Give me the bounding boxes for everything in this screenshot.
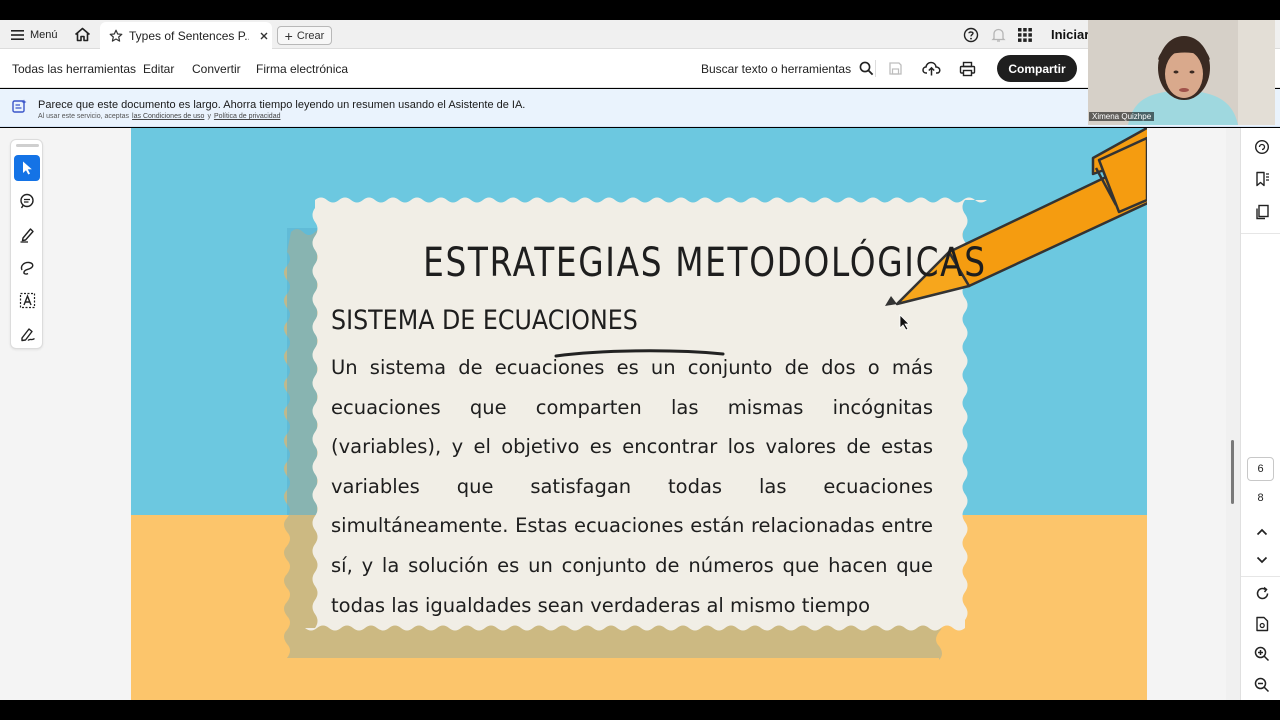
banner-sub-and: y <box>207 113 211 120</box>
zoom-out-icon[interactable] <box>1251 674 1273 696</box>
tab-title: Types of Sentences P... <box>129 28 249 43</box>
share-button[interactable]: Compartir <box>997 55 1077 82</box>
banner-sub-prefix: Al usar este servicio, aceptas <box>38 113 130 120</box>
highlight-tool-icon[interactable] <box>14 221 40 247</box>
menu-label: Menú <box>30 28 58 41</box>
document-tab[interactable]: Types of Sentences P... <box>100 22 272 49</box>
page-down-icon[interactable] <box>1251 549 1273 571</box>
current-page-input[interactable]: 6 <box>1247 457 1274 481</box>
help-icon[interactable] <box>963 27 979 48</box>
save-icon[interactable] <box>888 61 903 81</box>
pdf-page: ESTRATEGIAS METODOLÓGICAS SISTEMA DE ECU… <box>131 128 1147 700</box>
text-box-tool-icon[interactable] <box>14 287 40 313</box>
quick-tools-panel <box>10 139 43 349</box>
page-up-icon[interactable] <box>1251 521 1273 543</box>
slide-body-text: Un sistema de ecuaciones es un conjunto … <box>331 356 933 617</box>
notifications-icon[interactable] <box>991 27 1006 48</box>
right-tools-panel <box>1240 128 1280 700</box>
home-button[interactable] <box>74 20 91 49</box>
fill-sign-tool-icon[interactable] <box>14 320 40 346</box>
menu-button[interactable]: Menú <box>11 20 58 49</box>
divider <box>875 49 876 88</box>
comment-tool-icon[interactable] <box>14 188 40 214</box>
panel-divider <box>1241 576 1280 577</box>
refresh-icon[interactable] <box>1251 582 1273 604</box>
zoom-in-icon[interactable] <box>1251 643 1273 665</box>
toolbar-e-signature[interactable]: Firma electrónica <box>256 49 348 88</box>
create-button[interactable]: + Crear <box>277 26 332 45</box>
participant-name: Ximena Quizhpe <box>1089 112 1155 121</box>
toolbar-convert[interactable]: Convertir <box>192 49 241 88</box>
print-icon[interactable] <box>959 61 976 82</box>
cloud-upload-icon[interactable] <box>922 60 941 82</box>
banner-terms: Al usar este servicio, aceptas las Condi… <box>38 113 280 120</box>
toolbar-edit[interactable]: Editar <box>143 49 174 88</box>
toolbar-all-tools[interactable]: Todas las herramientas <box>12 49 136 88</box>
acrobat-window: Menú Types of Sentences P... + Crear Ini… <box>0 0 1280 720</box>
draw-tool-icon[interactable] <box>14 254 40 280</box>
create-label: Crear <box>296 29 325 42</box>
total-pages: 8 <box>1257 492 1264 504</box>
bookmark-icon[interactable] <box>1251 168 1273 190</box>
apps-grid-icon[interactable] <box>1018 28 1032 47</box>
pages-icon[interactable] <box>1251 201 1273 223</box>
home-icon <box>74 27 91 42</box>
drag-handle[interactable] <box>16 144 39 147</box>
plus-icon: + <box>284 27 293 44</box>
search-tools[interactable]: Buscar texto o herramientas <box>701 49 874 88</box>
search-label: Buscar texto o herramientas <box>701 61 852 76</box>
webcam-video <box>1088 20 1275 125</box>
scrollbar-thumb[interactable] <box>1231 440 1234 504</box>
panel-divider <box>1241 233 1280 234</box>
sign-in-button[interactable]: Iniciar <box>1051 27 1089 42</box>
select-tool-icon[interactable] <box>14 155 40 181</box>
banner-message: Parece que este documento es largo. Ahor… <box>38 99 526 111</box>
document-settings-icon[interactable] <box>1251 613 1273 635</box>
hamburger-icon <box>11 29 24 40</box>
privacy-link[interactable]: Política de privacidad <box>214 113 281 120</box>
ai-chat-icon[interactable] <box>1251 136 1273 158</box>
star-icon[interactable] <box>109 29 123 43</box>
close-tab-icon[interactable] <box>259 31 269 41</box>
ai-assistant-icon <box>12 99 27 119</box>
vertical-scrollbar[interactable] <box>1226 128 1240 700</box>
participant-video-frame <box>1088 20 1275 125</box>
slide-title: ESTRATEGIAS METODOLÓGICAS <box>423 240 987 286</box>
terms-link[interactable]: las Condiciones de uso <box>132 113 204 120</box>
bottom-letterbox <box>0 700 1280 720</box>
slide-subtitle: SISTEMA DE ECUACIONES <box>331 305 638 336</box>
search-icon <box>859 61 874 76</box>
